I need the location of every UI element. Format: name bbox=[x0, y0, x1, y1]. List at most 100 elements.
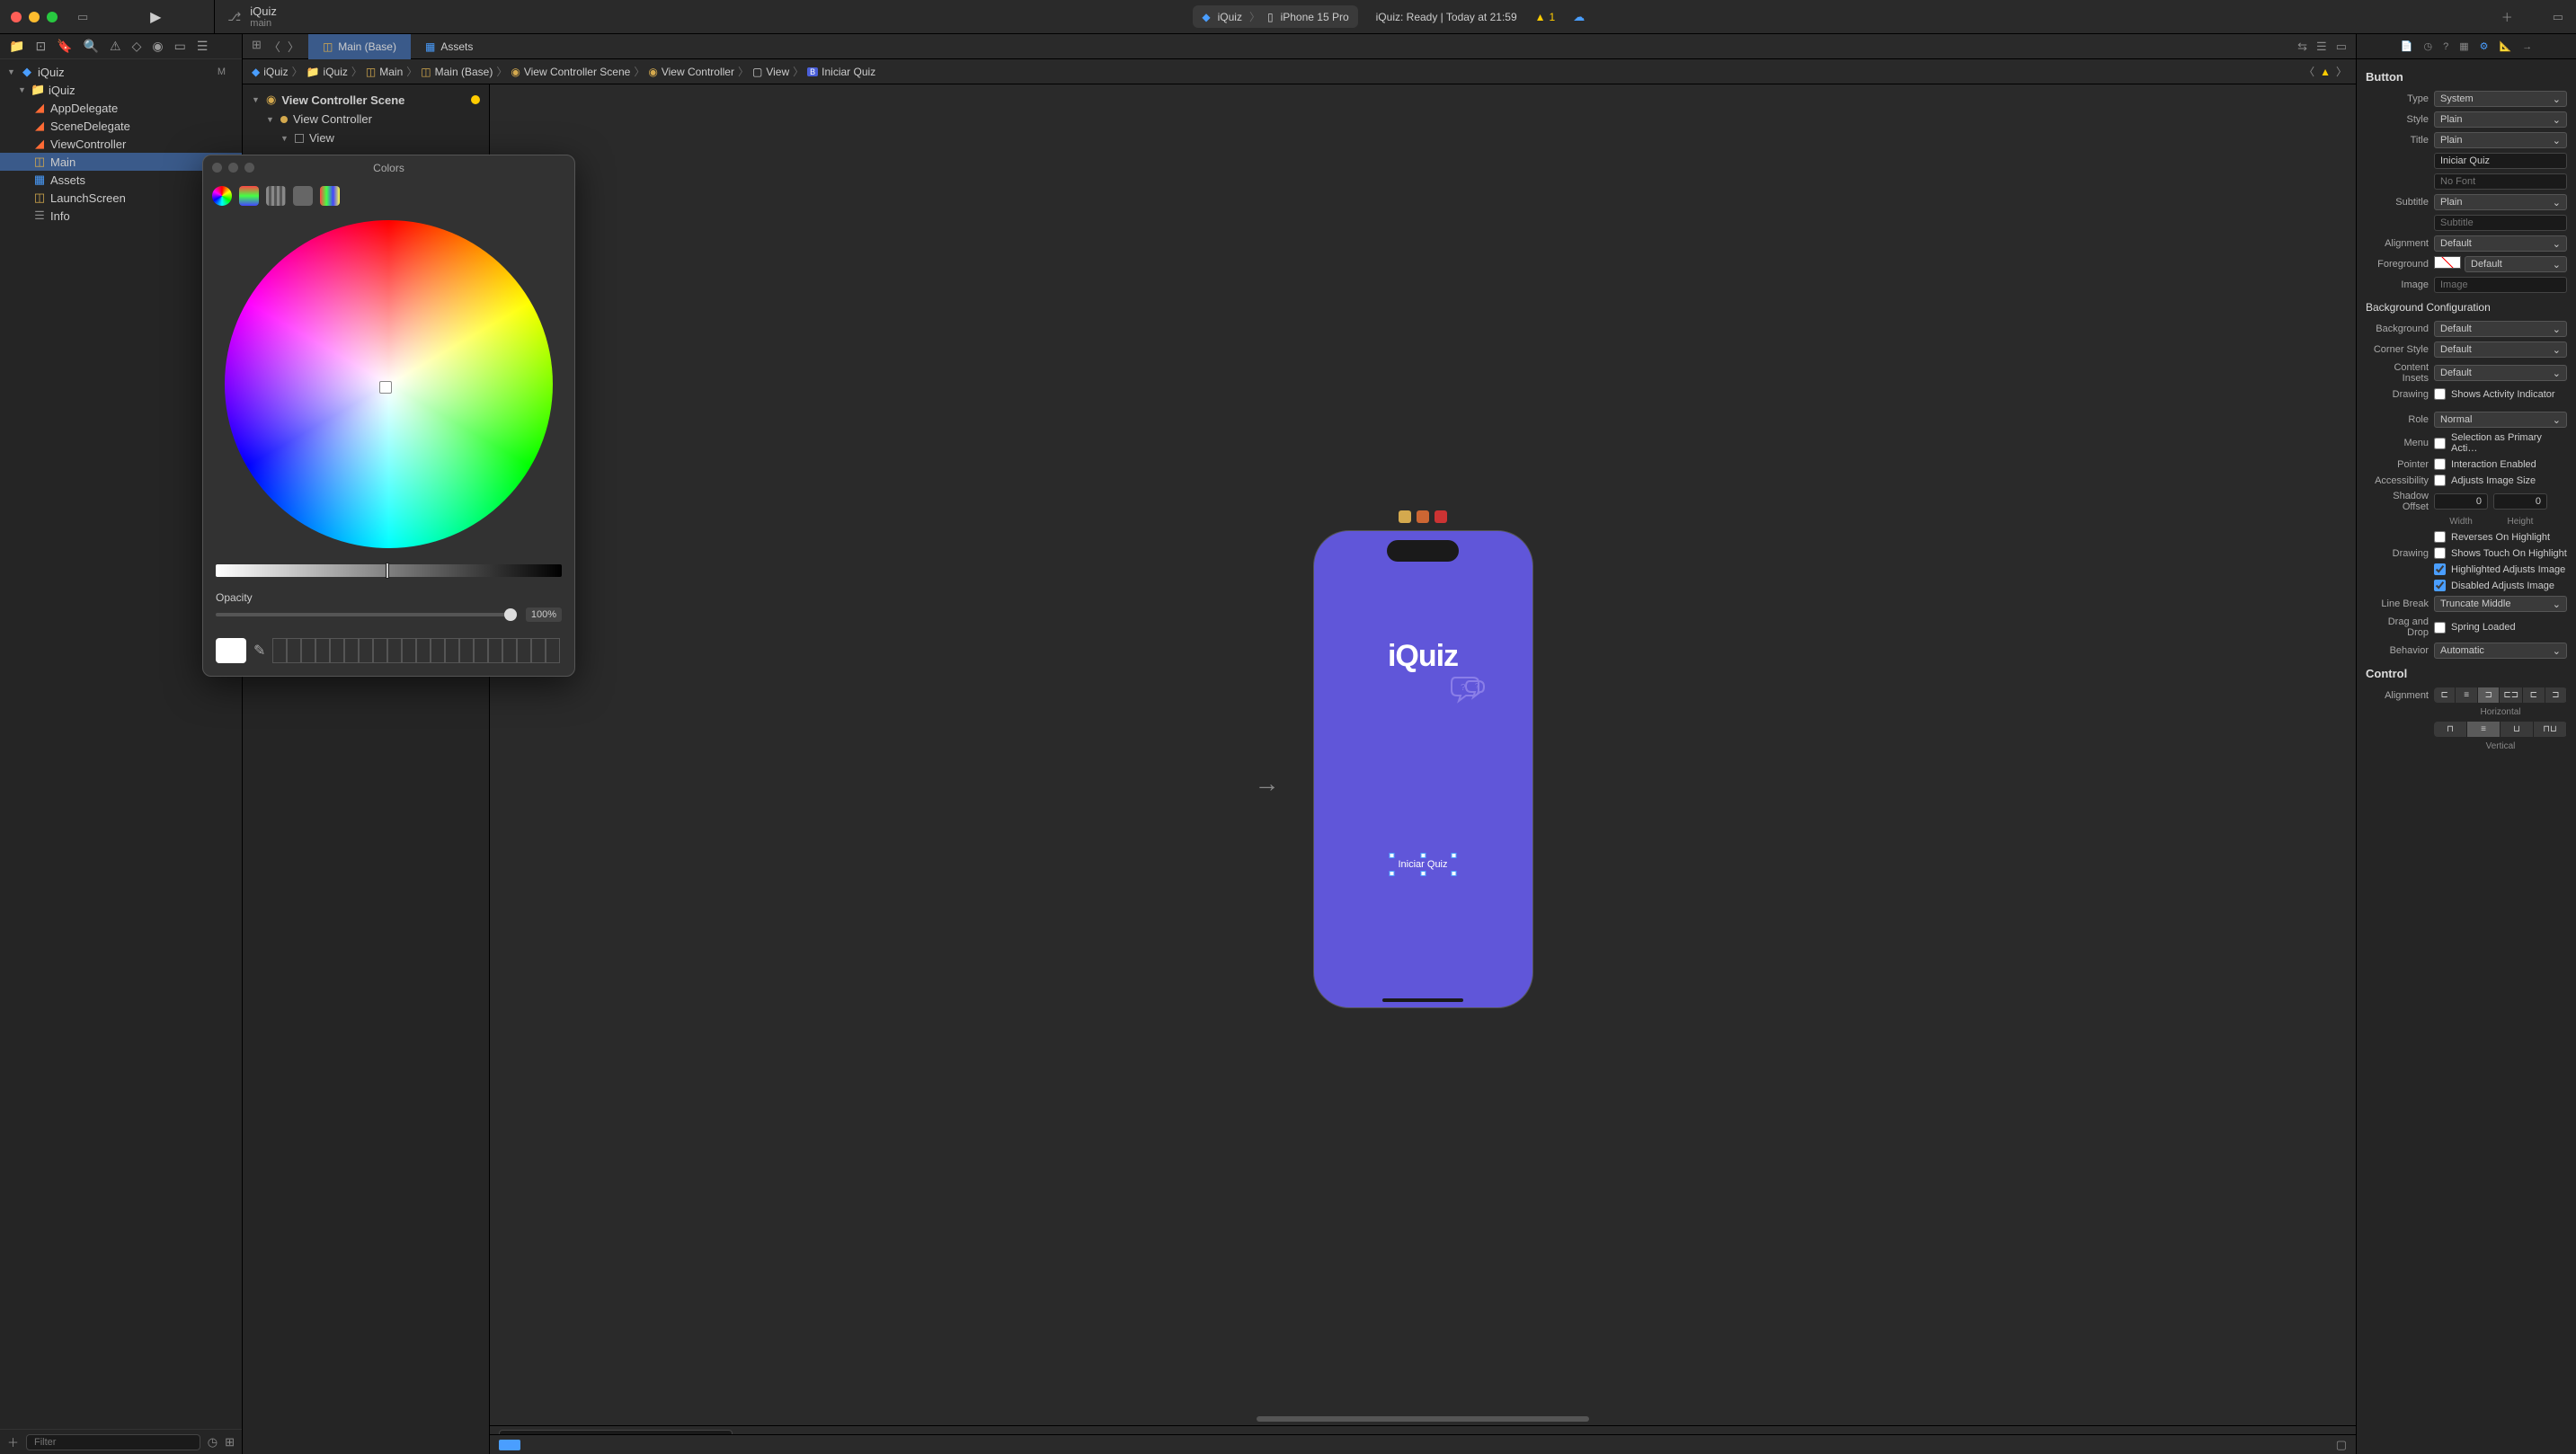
color-palettes-tab[interactable] bbox=[266, 186, 286, 206]
line-break-select[interactable]: Truncate Middle bbox=[2434, 596, 2567, 612]
touch-highlight-checkbox[interactable] bbox=[2434, 547, 2446, 559]
report-icon[interactable]: ☰ bbox=[197, 39, 209, 54]
activity-checkbox[interactable] bbox=[2434, 388, 2446, 400]
subtitle-select[interactable]: Plain bbox=[2434, 194, 2567, 210]
editor-tab-main[interactable]: ◫ Main (Base) bbox=[308, 34, 411, 59]
shadow-height-input[interactable] bbox=[2493, 493, 2547, 510]
menu-checkbox[interactable] bbox=[2434, 438, 2446, 449]
corner-style-select[interactable]: Default bbox=[2434, 341, 2567, 358]
panel-minimize-button[interactable] bbox=[228, 163, 238, 173]
vc-dock-icon[interactable] bbox=[1399, 510, 1411, 523]
nav-prev-icon[interactable]: 〈 bbox=[2304, 64, 2314, 79]
subtitle-input[interactable] bbox=[2434, 215, 2567, 231]
maximize-window-button[interactable] bbox=[47, 12, 58, 22]
tree-file[interactable]: ◢ AppDelegate bbox=[0, 99, 242, 117]
chevron-down-icon[interactable]: ▼ bbox=[18, 85, 27, 94]
related-items-icon[interactable]: ⊞ bbox=[252, 38, 262, 55]
phone-canvas[interactable]: iQuiz ?? Iniciar Quiz bbox=[1313, 530, 1533, 1008]
breadcrumb-item[interactable]: 📁 iQuiz bbox=[306, 66, 348, 78]
assistant-editor-icon[interactable]: ▭ bbox=[2336, 40, 2347, 54]
outline-scene[interactable]: ▼ ◉ View Controller Scene bbox=[243, 90, 489, 110]
swatch-grid[interactable] bbox=[272, 638, 562, 663]
role-select[interactable]: Normal bbox=[2434, 412, 2567, 428]
project-navigator-icon[interactable]: 📁 bbox=[9, 39, 24, 54]
pointer-checkbox[interactable] bbox=[2434, 458, 2446, 470]
cloud-status-icon[interactable]: ☁ bbox=[1573, 10, 1585, 24]
tree-root[interactable]: ▼ ◆ iQuiz M bbox=[0, 63, 242, 81]
add-file-icon[interactable]: ＋ bbox=[7, 1433, 19, 1450]
warning-icon[interactable]: ▲ bbox=[2320, 66, 2331, 78]
file-inspector-icon[interactable]: 📄 bbox=[2401, 40, 2413, 52]
tree-file[interactable]: ◢ SceneDelegate bbox=[0, 117, 242, 135]
brightness-handle[interactable] bbox=[386, 563, 389, 579]
highlighted-adjusts-checkbox[interactable] bbox=[2434, 563, 2446, 575]
scm-filter-icon[interactable]: ⊞ bbox=[225, 1435, 235, 1450]
v-alignment-segments[interactable]: ⊓≡⊔⊓⊔ bbox=[2434, 722, 2567, 737]
image-palettes-tab[interactable] bbox=[293, 186, 313, 206]
brightness-slider[interactable] bbox=[216, 564, 562, 577]
canvas-h-scrollbar[interactable] bbox=[1257, 1416, 1589, 1422]
breadcrumb-item[interactable]: ◫ Main bbox=[366, 66, 403, 78]
panel-close-button[interactable] bbox=[212, 163, 222, 173]
minimize-window-button[interactable] bbox=[29, 12, 40, 22]
content-insets-select[interactable]: Default bbox=[2434, 365, 2567, 381]
outline-view[interactable]: ▼ View bbox=[243, 129, 489, 147]
color-wheel-tab[interactable] bbox=[212, 186, 232, 206]
h-alignment-segments[interactable]: ⊏≡⊐⊏⊐⊏⊐ bbox=[2434, 687, 2567, 703]
font-input[interactable] bbox=[2434, 173, 2567, 190]
test-icon[interactable]: ◇ bbox=[132, 39, 142, 54]
editor-options-icon[interactable]: ☰ bbox=[2316, 40, 2327, 54]
breadcrumb-item[interactable]: ◫ Main (Base) bbox=[421, 66, 493, 78]
size-inspector-icon[interactable]: 📐 bbox=[2500, 40, 2512, 52]
type-select[interactable]: System bbox=[2434, 91, 2567, 107]
source-control-icon[interactable]: ⊡ bbox=[35, 39, 46, 54]
close-window-button[interactable] bbox=[11, 12, 22, 22]
opacity-value[interactable]: 100% bbox=[526, 607, 562, 622]
outline-controller[interactable]: ▼ View Controller bbox=[243, 110, 489, 129]
debug-icon[interactable]: ◉ bbox=[152, 39, 163, 54]
shadow-width-input[interactable] bbox=[2434, 493, 2488, 510]
canvas-button-element[interactable]: Iniciar Quiz bbox=[1392, 856, 1452, 873]
debug-area-toggle-icon[interactable]: ▢ bbox=[2336, 1438, 2347, 1452]
title-select[interactable]: Plain bbox=[2434, 132, 2567, 148]
bookmark-icon[interactable]: 🔖 bbox=[57, 39, 72, 54]
run-button-icon[interactable]: ▶ bbox=[150, 8, 161, 26]
history-inspector-icon[interactable]: ◷ bbox=[2423, 40, 2432, 52]
breadcrumb-item[interactable]: B Iniciar Quiz bbox=[807, 66, 875, 78]
tree-folder[interactable]: ▼ 📁 iQuiz bbox=[0, 81, 242, 99]
colors-panel-titlebar[interactable]: Colors bbox=[203, 155, 574, 181]
breadcrumb-item[interactable]: ◉ View Controller bbox=[648, 66, 734, 78]
nav-next-icon[interactable]: 〉 bbox=[2336, 64, 2347, 79]
eyedropper-icon[interactable]: ✎ bbox=[253, 642, 265, 660]
breadcrumb-item[interactable]: ▢ View bbox=[752, 66, 789, 78]
panel-zoom-button[interactable] bbox=[244, 163, 254, 173]
disabled-adjusts-checkbox[interactable] bbox=[2434, 580, 2446, 591]
identity-inspector-icon[interactable]: ▦ bbox=[2459, 40, 2468, 52]
editor-tab-assets[interactable]: ▦ Assets bbox=[411, 34, 487, 59]
color-sliders-tab[interactable] bbox=[239, 186, 259, 206]
library-icon[interactable]: ▭ bbox=[2553, 10, 2563, 24]
scheme-selector[interactable]: ◆ iQuiz 〉 ▯ iPhone 15 Pro bbox=[1193, 5, 1357, 28]
colors-panel[interactable]: Colors Opacity 100% ✎ bbox=[202, 155, 575, 677]
reverses-checkbox[interactable] bbox=[2434, 531, 2446, 543]
nav-forward-icon[interactable]: 〉 bbox=[288, 38, 299, 55]
breakpoint-icon[interactable]: ▭ bbox=[174, 39, 186, 54]
navigator-filter-input[interactable] bbox=[26, 1434, 200, 1450]
interface-builder-canvas[interactable]: → iQuiz ?? bbox=[490, 84, 2356, 1454]
exit-dock-icon[interactable] bbox=[1435, 510, 1447, 523]
breadcrumb-item[interactable]: ◆ iQuiz bbox=[252, 66, 289, 78]
foreground-select[interactable]: Default bbox=[2465, 256, 2567, 272]
behavior-select[interactable]: Automatic bbox=[2434, 643, 2567, 659]
background-select[interactable]: Default bbox=[2434, 321, 2567, 337]
accessibility-checkbox[interactable] bbox=[2434, 474, 2446, 486]
attributes-inspector-icon[interactable]: ⚙ bbox=[2480, 40, 2489, 52]
color-wheel[interactable] bbox=[225, 220, 553, 548]
nav-back-icon[interactable]: 〈 bbox=[269, 38, 280, 55]
image-input[interactable] bbox=[2434, 277, 2567, 293]
color-wheel-cursor[interactable] bbox=[379, 381, 392, 394]
issue-icon[interactable]: ⚠ bbox=[110, 39, 121, 54]
tree-file[interactable]: ◢ ViewController bbox=[0, 135, 242, 153]
recent-icon[interactable]: ◷ bbox=[208, 1435, 218, 1450]
warning-badge[interactable]: ▲ 1 bbox=[1535, 11, 1556, 23]
adjust-editor-icon[interactable]: ⇆ bbox=[2297, 40, 2307, 54]
